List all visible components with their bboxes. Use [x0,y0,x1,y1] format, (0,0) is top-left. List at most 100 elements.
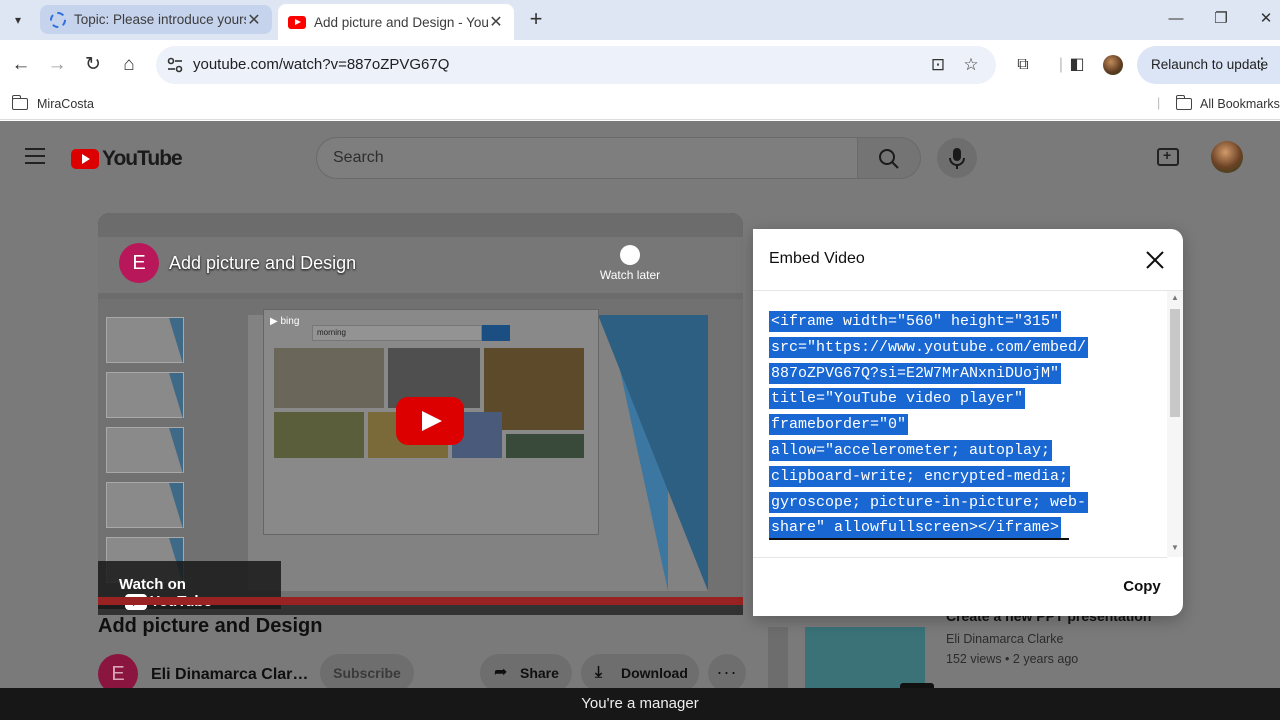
download-icon: ⤓ [595,664,603,681]
create-video-icon[interactable] [1157,147,1179,166]
dialog-title: Embed Video [769,250,865,267]
restore-icon[interactable]: ❐ [1209,8,1233,32]
new-tab-plus-icon[interactable]: + [524,8,548,32]
watch-later-button[interactable]: Watch later [590,245,670,282]
window-close-icon[interactable]: ✕ [1254,8,1278,32]
embed-code-textarea[interactable]: <iframe width="560" height="315" src="ht… [769,309,1169,541]
search-button[interactable] [857,137,921,179]
reload-icon[interactable]: ↻ [80,52,106,78]
code-line: title="YouTube video player" [769,388,1026,410]
textarea-underline [769,538,1069,540]
side-panel-icon[interactable]: ◧ [1066,54,1088,76]
recommendation-meta: 152 views • 2 years ago [946,652,1079,666]
folder-icon [1175,95,1192,110]
slide-thumbnail [106,427,184,474]
ppt-statusbar [98,597,743,605]
code-line: <iframe width="560" height="315" [769,311,1062,332]
more-actions-icon[interactable]: ··· [708,654,746,692]
tab-search-chevron-icon[interactable]: ▾ [6,8,30,32]
youtube-favicon-icon [288,15,306,29]
slide-thumbnail [106,482,184,529]
youtube-page: YouTube Search + ▶ bing morning E Add pi… [0,121,1280,720]
youtube-play-logo-icon [71,149,99,169]
all-bookmarks[interactable]: All Bookmarks [1200,97,1280,111]
scrollbar-thumb[interactable] [1170,309,1180,417]
back-arrow-icon[interactable]: ← [8,52,34,78]
bing-query: morning [312,325,482,341]
code-line: frameborder="0" [769,414,909,436]
code-line: 887oZPVG67Q?si=E2W7MrANxniDUojM" [769,362,1062,384]
minimize-icon[interactable]: — [1164,8,1188,32]
tab-label: Topic: Please introduce yourself [74,12,246,27]
browser-toolbar: ← → ↻ ⌂ youtube.com/watch?v=887oZPVG67Q … [0,40,1280,90]
copy-button[interactable]: Copy [1113,578,1171,598]
relaunch-label: Relaunch to update [1151,57,1269,72]
more-vertical-icon[interactable]: ⋮ [1254,46,1270,84]
account-avatar[interactable] [1211,141,1243,173]
result-image [506,434,584,458]
result-image [274,412,364,458]
bing-search-button [482,325,510,341]
overlay-channel-avatar[interactable]: E [119,243,159,283]
code-line: clipboard-write; encrypted-media; [769,465,1071,487]
search-placeholder: Search [333,149,384,166]
site-info-icon[interactable] [166,56,184,74]
tab-strip: ▾ Topic: Please introduce yourself ✕ Add… [0,0,1280,40]
tab-close-icon[interactable]: ✕ [488,12,504,32]
address-bar[interactable]: youtube.com/watch?v=887oZPVG67Q ⊡ ☆ [156,46,996,84]
channel-name[interactable]: Eli Dinamarca Clar… [151,666,308,684]
side-thumb-edge [768,627,788,693]
folder-icon [11,95,28,110]
watch-on-label: Watch on [119,576,186,593]
menu-hamburger-icon[interactable] [25,148,45,164]
dialog-footer-divider [753,557,1167,558]
download-button[interactable]: ⤓ Download [581,654,699,692]
install-app-icon[interactable]: ⊡ [927,54,949,76]
relaunch-button[interactable]: Relaunch to update ⋮ [1137,46,1280,84]
code-line: gyroscope; picture-in-picture; web- [769,491,1089,513]
video-player[interactable]: ▶ bing morning E Add picture and Design … [98,213,743,615]
voice-search-button[interactable] [937,138,977,178]
ppt-slide-thumbnails [106,317,190,592]
youtube-header: YouTube Search [0,121,1280,193]
bookmarks-divider: | [1157,96,1161,110]
profile-avatar[interactable] [1103,55,1123,75]
search-input[interactable]: Search [316,137,858,179]
url-text[interactable]: youtube.com/watch?v=887oZPVG67Q [193,56,449,73]
bing-logo: ▶ bing [270,316,300,327]
dialog-scrollbar[interactable]: ▲ ▼ [1167,291,1183,557]
loading-spinner-icon [50,11,66,28]
embed-video-dialog: Embed Video <iframe width="560" height="… [753,229,1183,616]
slide-design-shape [598,315,708,591]
scroll-up-icon[interactable]: ▲ [1171,293,1179,302]
share-label: Share [520,665,559,681]
scroll-down-icon[interactable]: ▼ [1171,543,1179,552]
video-play-button[interactable] [396,397,464,445]
subscribe-button[interactable]: Subscribe [320,654,414,692]
watch-later-label: Watch later [599,268,661,282]
tab-close-icon[interactable]: ✕ [246,10,262,30]
youtube-logo[interactable]: YouTube [71,147,183,171]
code-line: allow="accelerometer; autoplay; [769,439,1053,461]
youtube-wordmark: YouTube [102,147,183,170]
recommendation-channel[interactable]: Eli Dinamarca Clarke [946,632,1063,646]
forward-arrow-icon[interactable]: → [44,52,70,78]
result-image [274,348,384,408]
tab-topic[interactable]: Topic: Please introduce yourself ✕ [40,5,272,34]
extensions-puzzle-icon[interactable]: ⧉ [1012,54,1034,76]
close-icon[interactable] [1142,247,1168,273]
code-line: share" allowfullscreen></iframe> [769,517,1062,539]
bookmark-star-icon[interactable]: ☆ [960,54,982,76]
share-arrow-icon: ➦ [494,664,508,681]
code-line: src="https://www.youtube.com/embed/ [769,336,1089,358]
bookmark-miracosta[interactable]: MiraCosta [37,97,94,111]
clock-icon [620,245,640,265]
bookmarks-bar: MiraCosta | All Bookmarks [0,90,1280,120]
tab-label: Add picture and Design - YouTube [314,14,488,30]
tab-youtube[interactable]: Add picture and Design - YouTube ✕ [278,4,514,40]
share-button[interactable]: ➦ Share [480,654,572,692]
home-icon[interactable]: ⌂ [116,52,142,78]
slide-thumbnail [106,317,184,364]
overlay-video-title[interactable]: Add picture and Design [169,253,356,274]
video-title: Add picture and Design [98,615,323,637]
